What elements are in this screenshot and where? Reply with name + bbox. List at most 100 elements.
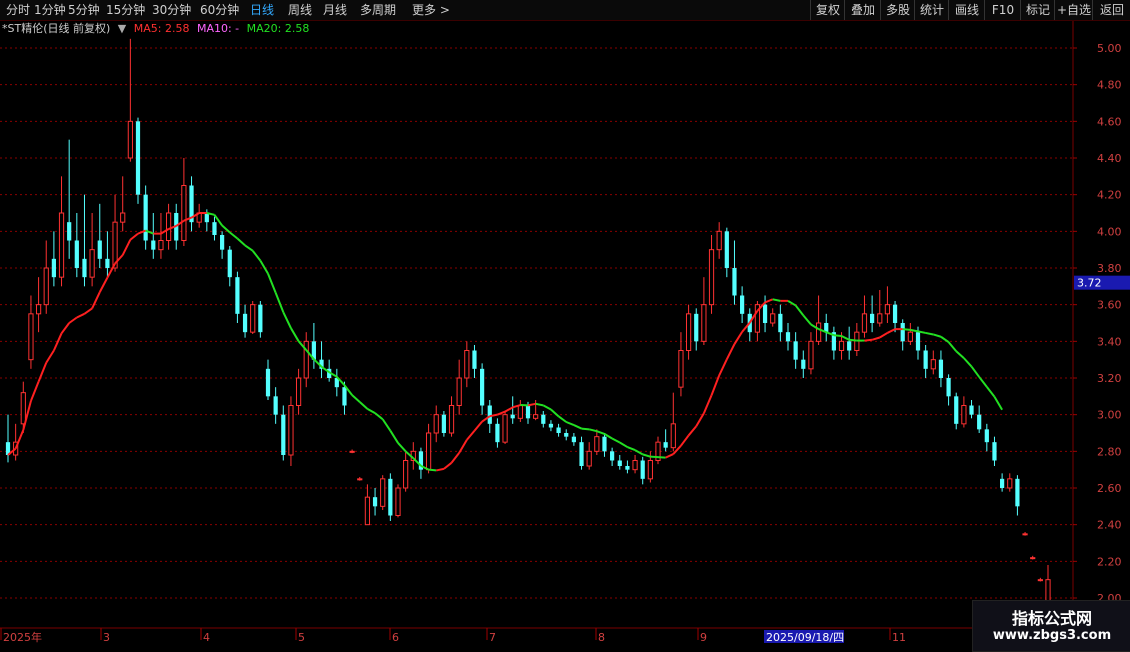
period-tab-8[interactable]: 月线 bbox=[323, 0, 347, 20]
ma-line-segment bbox=[597, 431, 605, 434]
candle-body-down bbox=[228, 250, 232, 278]
ma-line-segment bbox=[933, 334, 941, 336]
toolbar-button-1[interactable]: 叠加 bbox=[844, 0, 881, 20]
candle-body-up bbox=[465, 351, 469, 379]
toolbar-button-3[interactable]: 统计 bbox=[914, 0, 949, 20]
chevron-down-icon[interactable]: ▼ bbox=[118, 22, 126, 35]
ma-line-segment bbox=[849, 340, 857, 341]
candle-body-down bbox=[105, 259, 109, 268]
ma-line-segment bbox=[130, 234, 138, 240]
ma-line-segment bbox=[528, 404, 536, 406]
toolbar-button-0[interactable]: 复权 bbox=[810, 0, 845, 20]
y-tick-label: 4.40 bbox=[1097, 152, 1122, 165]
candle-body-up bbox=[809, 341, 813, 369]
y-tick-label: 3.20 bbox=[1097, 372, 1122, 385]
period-tab-3[interactable]: 15分钟 bbox=[106, 0, 145, 20]
price-grid bbox=[0, 21, 1130, 628]
candle-body-down bbox=[556, 428, 560, 434]
candle-body-down bbox=[67, 222, 71, 240]
ma-line-segment bbox=[704, 395, 712, 413]
candle-body-up bbox=[878, 314, 882, 323]
ma-line-segment bbox=[972, 367, 980, 377]
y-tick-label: 4.00 bbox=[1097, 225, 1122, 238]
period-tab-9[interactable]: 多周期 bbox=[360, 0, 396, 20]
candle-body-up bbox=[1046, 580, 1050, 602]
ma-line-segment bbox=[551, 409, 559, 416]
ma-line-segment bbox=[620, 442, 628, 447]
candle-body-up bbox=[633, 461, 637, 470]
candle-body-down bbox=[342, 387, 346, 405]
period-tab-2[interactable]: 5分钟 bbox=[68, 0, 100, 20]
candle-body-down bbox=[564, 433, 568, 437]
period-tab-10[interactable]: 更多 > bbox=[412, 0, 450, 20]
ma-line-segment bbox=[268, 274, 276, 293]
ma-line-segment bbox=[582, 429, 590, 430]
candle-body-down bbox=[939, 360, 943, 378]
candle-body-down bbox=[1015, 479, 1019, 507]
ma-line-segment bbox=[352, 395, 360, 402]
candle-body-down bbox=[732, 268, 736, 296]
y-tick-label: 5.00 bbox=[1097, 42, 1122, 55]
candle-body-up bbox=[1031, 558, 1035, 559]
candle-body-down bbox=[549, 424, 553, 428]
period-tab-5[interactable]: 60分钟 bbox=[200, 0, 239, 20]
period-tab-4[interactable]: 30分钟 bbox=[152, 0, 191, 20]
ma-line-segment bbox=[84, 308, 92, 313]
candle-body-up bbox=[686, 314, 690, 351]
toolbar-button-2[interactable]: 多股 bbox=[880, 0, 915, 20]
kline-chart[interactable]: 5.004.804.604.404.204.003.803.603.403.20… bbox=[0, 0, 1130, 650]
y-tick-label: 2.80 bbox=[1097, 445, 1122, 458]
ma-line-segment bbox=[765, 299, 773, 302]
date-highlight-label: 2025/09/18/四 bbox=[766, 631, 844, 644]
y-tick-label: 2.60 bbox=[1097, 482, 1122, 495]
candle-body-up bbox=[1038, 580, 1042, 581]
x-tick-label: 5 bbox=[298, 631, 305, 644]
toolbar-button-8[interactable]: 返回 bbox=[1092, 0, 1130, 20]
ma-line-segment bbox=[452, 453, 460, 463]
ma-line-segment bbox=[612, 439, 620, 443]
toolbar-button-4[interactable]: 画线 bbox=[948, 0, 985, 20]
ma-line-segment bbox=[383, 419, 391, 430]
candle-body-down bbox=[579, 442, 583, 466]
y-tick-label: 2.40 bbox=[1097, 519, 1122, 532]
ma-line-segment bbox=[237, 239, 245, 246]
candle-body-up bbox=[166, 213, 170, 241]
ma-line-segment bbox=[773, 299, 781, 301]
candle-body-down bbox=[274, 396, 278, 414]
ma-line-segment bbox=[360, 402, 368, 409]
ma-line-segment bbox=[880, 333, 888, 338]
toolbar-button-5[interactable]: F10 bbox=[984, 0, 1021, 20]
period-tab-7[interactable]: 周线 bbox=[288, 0, 312, 20]
candle-body-down bbox=[924, 351, 928, 369]
candle-body-up bbox=[121, 213, 125, 222]
current-price-value: 3.72 bbox=[1077, 277, 1102, 290]
toolbar-button-7[interactable]: +自选 bbox=[1054, 0, 1093, 20]
candle-body-down bbox=[212, 222, 216, 235]
candle-body-up bbox=[182, 186, 186, 241]
candle-body-up bbox=[449, 406, 453, 434]
period-tab-0[interactable]: 分时 bbox=[6, 0, 30, 20]
candle-body-up bbox=[862, 314, 866, 332]
candle-body-up bbox=[595, 437, 599, 452]
ma-line-segment bbox=[689, 426, 697, 435]
ma-line-segment bbox=[643, 454, 651, 456]
ma-line-segment bbox=[574, 425, 582, 429]
toolbar-button-6[interactable]: 标记 bbox=[1020, 0, 1055, 20]
candle-body-up bbox=[44, 268, 48, 305]
x-tick-label: 4 bbox=[203, 631, 210, 644]
candle-body-up bbox=[717, 231, 721, 249]
candle-body-up bbox=[365, 497, 369, 524]
ma-line-segment bbox=[54, 333, 62, 350]
x-tick-label: 7 bbox=[489, 631, 496, 644]
candle-body-up bbox=[90, 250, 94, 278]
ma-line-segment bbox=[31, 382, 39, 401]
stock-title: *ST精伦(日线 前复权) bbox=[2, 22, 110, 35]
candle-body-down bbox=[541, 415, 545, 424]
candles-layer bbox=[6, 39, 1050, 604]
ma-line-segment bbox=[681, 435, 689, 445]
ma-line-segment bbox=[834, 335, 842, 336]
period-tab-1[interactable]: 1分钟 bbox=[34, 0, 66, 20]
x-tick-label: 3 bbox=[103, 631, 110, 644]
candle-body-down bbox=[151, 241, 155, 250]
period-tab-6[interactable]: 日线 bbox=[250, 0, 274, 20]
